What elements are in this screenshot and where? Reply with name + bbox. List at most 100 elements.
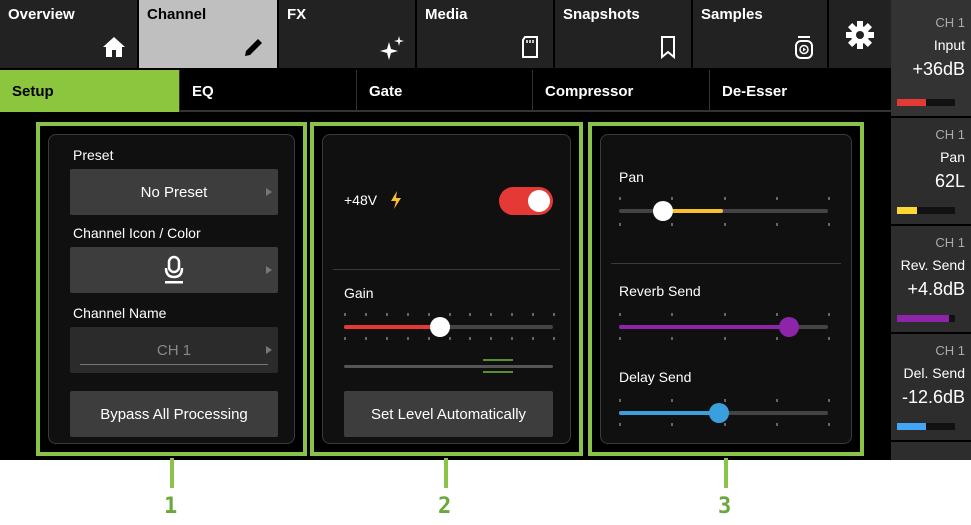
meter-channel: CH 1 bbox=[935, 15, 965, 30]
meter-strip: CH 1 Input +36dB CH 1 Pan 62L CH 1 Rev. … bbox=[891, 0, 971, 460]
subtab-compressor[interactable]: Compressor bbox=[533, 70, 710, 112]
tick-mark bbox=[671, 399, 674, 402]
tick-mark bbox=[448, 337, 451, 340]
meter-delay-send[interactable]: CH 1 Del. Send -12.6dB bbox=[891, 334, 971, 440]
subtab-de-esser[interactable]: De-Esser bbox=[710, 70, 891, 112]
sparkle-icon bbox=[380, 36, 404, 60]
settings-button[interactable] bbox=[829, 0, 891, 68]
tab-label: Channel bbox=[147, 6, 207, 23]
tab-overview[interactable]: Overview bbox=[0, 0, 139, 68]
meter-value: -12.6dB bbox=[901, 387, 965, 407]
meter-name: Pan bbox=[940, 149, 965, 165]
tick-mark bbox=[828, 223, 830, 226]
meter-value: 62L bbox=[934, 171, 965, 191]
panel-body: Preset No Preset Channel Icon / Color Ch… bbox=[48, 134, 295, 444]
tick-mark bbox=[828, 337, 830, 340]
subtab-gate[interactable]: Gate bbox=[357, 70, 533, 112]
callout-number-1: 1 bbox=[164, 494, 178, 519]
sd-card-icon bbox=[522, 36, 538, 58]
tick-mark bbox=[427, 313, 430, 316]
channel-icon-color-label: Channel Icon / Color bbox=[73, 225, 201, 241]
meter-channel: CH 1 bbox=[935, 343, 965, 358]
tab-snapshots[interactable]: Snapshots bbox=[555, 0, 693, 68]
tick-mark bbox=[671, 223, 674, 226]
sub-tab-bar: Setup EQ Gate Compressor De-Esser bbox=[0, 70, 891, 112]
gain-slider-knob[interactable] bbox=[430, 317, 450, 337]
tick-mark bbox=[511, 337, 514, 340]
channel-name-value: CH 1 bbox=[156, 341, 192, 359]
callout-line-2 bbox=[444, 458, 448, 488]
bypass-all-processing-button[interactable]: Bypass All Processing bbox=[70, 391, 278, 437]
meter-name: Rev. Send bbox=[900, 257, 965, 273]
gain-level-marker-bottom bbox=[483, 371, 513, 373]
tick-mark bbox=[469, 313, 472, 316]
tick-mark bbox=[828, 197, 830, 200]
set-level-automatically-button[interactable]: Set Level Automatically bbox=[344, 391, 553, 437]
tick-mark bbox=[532, 337, 535, 340]
tick-mark bbox=[828, 423, 830, 426]
phantom-power-label: +48V bbox=[344, 192, 378, 208]
meter-name: Input bbox=[933, 37, 965, 53]
chevron-right-icon bbox=[266, 188, 272, 196]
tab-samples[interactable]: Samples bbox=[693, 0, 829, 68]
tab-channel[interactable]: Channel bbox=[139, 0, 279, 68]
channel-name-field[interactable]: CH 1 bbox=[70, 327, 278, 373]
meter-input[interactable]: CH 1 Input +36dB bbox=[891, 0, 971, 116]
meter-bar bbox=[897, 423, 955, 430]
tab-media[interactable]: Media bbox=[417, 0, 555, 68]
meter-value: +4.8dB bbox=[907, 279, 965, 299]
subtab-label: Compressor bbox=[545, 83, 634, 100]
subtab-label: EQ bbox=[192, 83, 214, 100]
preset-selector[interactable]: No Preset bbox=[70, 169, 278, 215]
tab-label: Media bbox=[425, 6, 468, 23]
tick-mark bbox=[385, 313, 388, 316]
tick-mark bbox=[619, 313, 621, 316]
tick-mark bbox=[490, 313, 493, 316]
phantom-power-toggle[interactable] bbox=[499, 187, 553, 215]
tick-mark bbox=[775, 423, 778, 426]
meter-pan[interactable]: CH 1 Pan 62L bbox=[891, 118, 971, 224]
tick-mark bbox=[619, 197, 621, 200]
tick-mark bbox=[775, 337, 778, 340]
tick-mark bbox=[671, 337, 674, 340]
delay-send-knob[interactable] bbox=[709, 403, 729, 423]
subtab-label: Gate bbox=[369, 83, 403, 100]
meter-bar bbox=[897, 207, 955, 214]
tick-mark bbox=[385, 337, 388, 340]
tick-mark bbox=[671, 197, 674, 200]
tick-mark bbox=[406, 337, 409, 340]
meter-reverb-send[interactable]: CH 1 Rev. Send +4.8dB bbox=[891, 226, 971, 332]
auto-level-label: Set Level Automatically bbox=[370, 405, 527, 423]
field-underline bbox=[80, 364, 268, 365]
subtab-setup[interactable]: Setup bbox=[0, 70, 180, 112]
gain-level-meter bbox=[344, 365, 553, 368]
setup-panel-channel: Preset No Preset Channel Icon / Color Ch… bbox=[36, 122, 307, 456]
divider bbox=[611, 263, 841, 264]
meter-name: Del. Send bbox=[903, 365, 965, 381]
tick-mark bbox=[828, 399, 830, 402]
meter-value: +36dB bbox=[912, 59, 965, 79]
channel-icon-selector[interactable] bbox=[70, 247, 278, 293]
pan-label: Pan bbox=[619, 169, 644, 185]
meter-channel: CH 1 bbox=[935, 235, 965, 250]
subtab-label: Setup bbox=[12, 83, 54, 100]
tick-mark bbox=[619, 223, 621, 226]
reverb-send-knob[interactable] bbox=[779, 317, 799, 337]
gain-slider-fill bbox=[344, 325, 440, 329]
preset-value: No Preset bbox=[140, 183, 208, 201]
meter-empty bbox=[891, 442, 971, 460]
tick-mark bbox=[364, 337, 367, 340]
tab-fx[interactable]: FX bbox=[279, 0, 417, 68]
pan-slider-track[interactable] bbox=[619, 209, 828, 213]
pan-slider-knob[interactable] bbox=[653, 201, 673, 221]
delay-send-fill bbox=[619, 411, 719, 415]
subtab-eq[interactable]: EQ bbox=[180, 70, 357, 112]
channel-name-label: Channel Name bbox=[73, 305, 167, 321]
tick-mark bbox=[406, 313, 409, 316]
tick-mark bbox=[619, 399, 621, 402]
callout-number-3: 3 bbox=[718, 494, 732, 519]
meter-bar-fill bbox=[897, 423, 926, 430]
tick-mark bbox=[723, 423, 726, 426]
tick-mark bbox=[490, 337, 493, 340]
tick-mark bbox=[723, 337, 726, 340]
